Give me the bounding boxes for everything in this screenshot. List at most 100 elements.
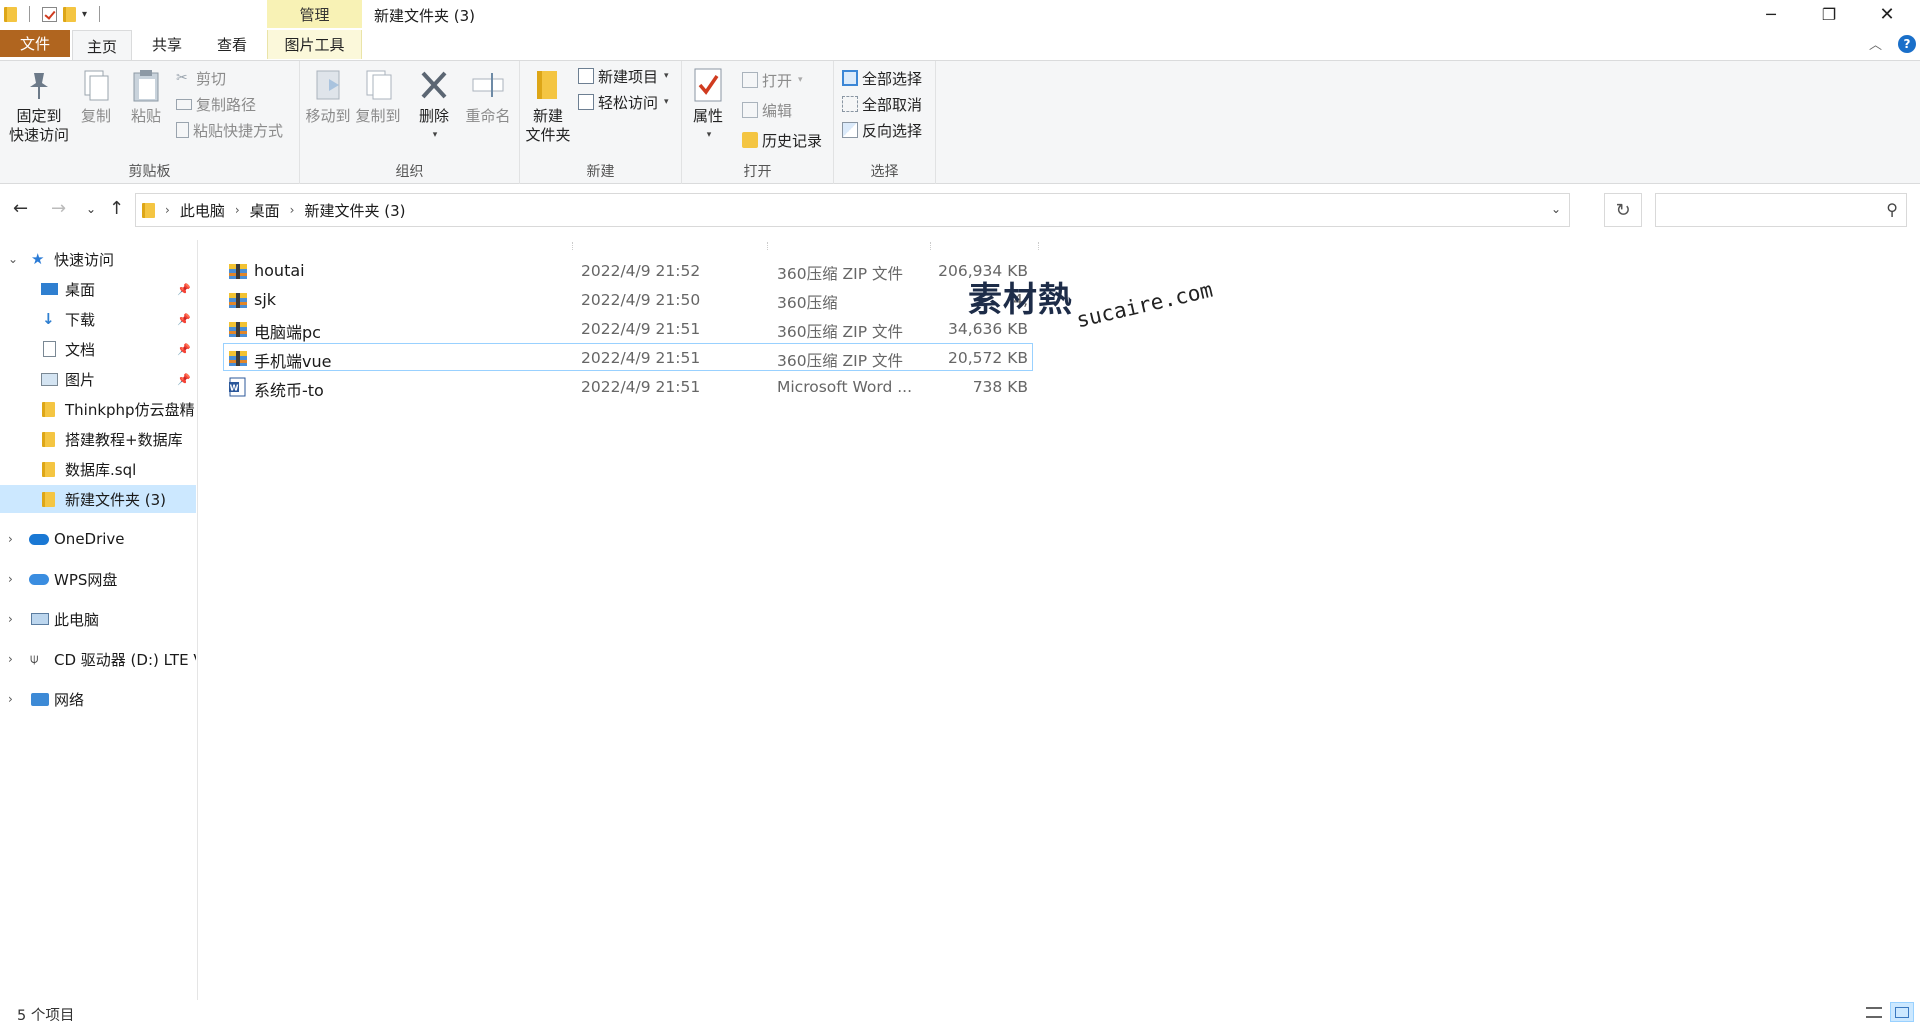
rename-button[interactable]: 重命名 [462, 67, 514, 126]
sidebar-item-network[interactable]: › 网络 [0, 685, 196, 713]
tab-home[interactable]: 主页 [72, 30, 132, 61]
delete-x-icon [421, 71, 447, 99]
open-group: 属性 ▾ 打开 ▾ 编辑 历史记录 打开 [682, 61, 834, 185]
sidebar-item-this-pc[interactable]: › 此电脑 [0, 605, 196, 633]
paste-button[interactable]: 粘贴 [124, 67, 168, 126]
maximize-button[interactable]: ❐ [1800, 0, 1858, 28]
address-bar[interactable]: › 此电脑 › 桌面 › 新建文件夹 (3) ⌄ [135, 193, 1570, 227]
zip-icon [229, 264, 247, 279]
sidebar-item-current-folder[interactable]: 新建文件夹 (3) [0, 485, 196, 513]
history-button[interactable]: 历史记录 [742, 129, 822, 151]
file-row[interactable]: 电脑端pc 2022/4/9 21:51 360压缩 ZIP 文件 34,636 KB [223, 314, 1033, 342]
new-item-dropdown-icon: ▾ [664, 71, 669, 81]
chevron-right-icon[interactable]: › [8, 652, 13, 666]
edit-label: 编辑 [762, 101, 793, 120]
breadcrumb-separator-icon[interactable]: › [165, 203, 170, 217]
delete-button[interactable]: 删除 ▾ [414, 67, 454, 145]
properties-dropdown-icon[interactable]: ▾ [707, 126, 712, 145]
sidebar-item-desktop[interactable]: 桌面 📌 [0, 275, 196, 303]
sidebar-item-pictures[interactable]: 图片 📌 [0, 365, 196, 393]
details-view-button[interactable] [1862, 1002, 1886, 1022]
search-input[interactable]: ⚲ [1655, 193, 1907, 227]
sidebar-item-onedrive[interactable]: › OneDrive [0, 525, 196, 553]
invert-selection-icon [842, 122, 858, 138]
pin-quick-access-button[interactable]: 固定到 快速访问 [8, 67, 70, 145]
chevron-down-icon[interactable]: ⌄ [8, 252, 18, 266]
sidebar-item-label: 数据库.sql [65, 460, 137, 479]
sidebar-item-quick-access[interactable]: ⌄ ★ 快速访问 [0, 245, 196, 273]
up-arrow-icon[interactable]: ↑ [109, 198, 124, 219]
breadcrumb-desktop[interactable]: 桌面 [250, 200, 280, 221]
manage-context-tab[interactable]: 管理 [267, 0, 362, 28]
tab-file[interactable]: 文件 [0, 30, 70, 57]
new-item-button[interactable]: 新建项目 ▾ [578, 65, 669, 87]
chevron-right-icon[interactable]: › [8, 572, 13, 586]
edit-button[interactable]: 编辑 [742, 99, 792, 121]
collapse-ribbon-icon[interactable]: ︿ [1869, 34, 1882, 53]
column-divider [767, 242, 768, 250]
copy-path-button[interactable]: 复制路径 [176, 93, 256, 115]
close-button[interactable]: ✕ [1858, 0, 1916, 28]
move-to-button[interactable]: 移动到 [304, 67, 352, 126]
new-folder-button[interactable]: 新建 文件夹 [524, 67, 572, 145]
new-folder-icon[interactable] [63, 6, 76, 22]
recent-locations-chevron-icon[interactable]: ⌄ [86, 202, 96, 216]
watermark: 素材熱 sucaire.com [968, 272, 1215, 333]
tab-view[interactable]: 查看 [204, 30, 260, 59]
delete-dropdown-icon[interactable]: ▾ [433, 126, 438, 145]
properties-check-icon[interactable] [42, 6, 57, 22]
breadcrumb-separator-icon[interactable]: › [235, 203, 240, 217]
chevron-right-icon[interactable]: › [8, 612, 13, 626]
properties-check-icon [694, 68, 722, 102]
select-all-button[interactable]: 全部选择 [842, 67, 922, 89]
open-button[interactable]: 打开 ▾ [742, 69, 803, 91]
file-row[interactable]: 手机端vue 2022/4/9 21:51 360压缩 ZIP 文件 20,572 K… [223, 343, 1033, 371]
back-arrow-icon[interactable]: ← [13, 198, 28, 219]
select-none-icon [842, 96, 858, 112]
scissors-icon: ✂ [176, 70, 188, 86]
open-icon [742, 72, 758, 88]
sidebar-item-label: 搭建教程+数据库 [65, 430, 183, 449]
breadcrumb-this-pc[interactable]: 此电脑 [180, 200, 225, 221]
refresh-button[interactable]: ↻ [1604, 193, 1642, 227]
chevron-right-icon[interactable]: › [8, 532, 13, 546]
large-icons-view-button[interactable] [1890, 1002, 1914, 1022]
properties-button[interactable]: 属性 ▾ [688, 67, 728, 145]
cut-button[interactable]: ✂ 剪切 [176, 67, 226, 89]
invert-selection-button[interactable]: 反向选择 [842, 119, 922, 141]
select-none-button[interactable]: 全部取消 [842, 93, 922, 115]
easy-access-button[interactable]: 轻松访问 ▾ [578, 91, 669, 113]
forward-arrow-icon[interactable]: → [51, 198, 66, 219]
sidebar-item-cd-drive[interactable]: › ⍦ CD 驱动器 (D:) LTE V [0, 645, 196, 673]
toolbar-divider [99, 6, 101, 22]
sidebar-item-downloads[interactable]: ↓ 下载 📌 [0, 305, 196, 333]
minimize-button[interactable]: ─ [1742, 0, 1800, 28]
sidebar-item-wps-drive[interactable]: › WPS网盘 [0, 565, 196, 593]
rename-label: 重命名 [465, 107, 511, 125]
paste-shortcut-button[interactable]: 粘贴快捷方式 [176, 119, 283, 141]
file-row[interactable]: houtai 2022/4/9 21:52 360压缩 ZIP 文件 206,934 … [223, 256, 1033, 284]
sidebar-item-folder[interactable]: Thinkphp仿云盘精 [0, 395, 196, 423]
chevron-right-icon[interactable]: › [8, 692, 13, 706]
address-history-chevron-icon[interactable]: ⌄ [1551, 202, 1561, 216]
sidebar-item-label: 下载 [65, 310, 96, 329]
file-date: 2022/4/9 21:51 [581, 320, 701, 338]
sidebar-item-documents[interactable]: 文档 📌 [0, 335, 196, 363]
paste-shortcut-icon [176, 122, 189, 138]
network-icon [31, 692, 49, 706]
copy-to-button[interactable]: 复制到 [354, 67, 402, 126]
sidebar-item-label: 新建文件夹 (3) [65, 490, 167, 509]
help-icon[interactable]: ? [1898, 34, 1916, 53]
sidebar-item-folder[interactable]: 搭建教程+数据库 [0, 425, 196, 453]
file-row[interactable]: sjk 2022/4/9 21:50 360压缩 4, [223, 285, 1033, 313]
file-row[interactable]: W 系统币-to 2022/4/9 21:51 Microsoft Word ... 7… [223, 372, 1033, 400]
tab-picture-tools[interactable]: 图片工具 [267, 30, 362, 59]
select-all-icon [842, 70, 858, 86]
copy-button[interactable]: 复制 [76, 67, 116, 126]
breadcrumb-current-folder[interactable]: 新建文件夹 (3) [304, 200, 405, 221]
sidebar-item-label: Thinkphp仿云盘精 [65, 400, 195, 419]
sidebar-item-folder[interactable]: 数据库.sql [0, 455, 196, 483]
customize-toolbar-dropdown-icon[interactable]: ▾ [82, 9, 87, 20]
tab-share[interactable]: 共享 [140, 30, 194, 59]
breadcrumb-separator-icon[interactable]: › [290, 203, 295, 217]
